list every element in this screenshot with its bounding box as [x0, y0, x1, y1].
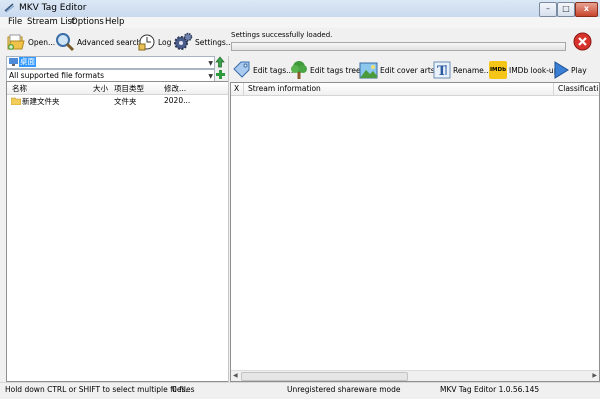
imdb-label: IMDb look-up: [509, 65, 559, 75]
close-button[interactable]: x: [575, 2, 598, 17]
log-icon: [138, 34, 155, 51]
pane-splitter[interactable]: [228, 56, 229, 382]
search-icon: [56, 33, 75, 52]
column-size[interactable]: 大小: [93, 83, 108, 94]
column-name[interactable]: 名称: [12, 83, 27, 94]
imdb-icon: IMDb: [489, 61, 507, 79]
open-folder-icon: [7, 34, 25, 50]
desktop-icon: [9, 58, 18, 66]
app-icon: [4, 3, 15, 13]
up-folder-icon[interactable]: [215, 56, 225, 68]
rename-text-icon: T: [433, 61, 451, 79]
open-label: Open...: [28, 37, 56, 47]
title-bar: MKV Tag Editor – □ x: [0, 0, 600, 18]
folder-combo[interactable]: 桌面 ▼: [6, 56, 215, 69]
list-item[interactable]: 新建文件夹 文件夹 2020...: [7, 95, 228, 106]
scroll-right-icon[interactable]: ▶: [592, 371, 597, 381]
menu-help[interactable]: Help: [105, 17, 124, 28]
stream-grid[interactable]: X Stream information Classification ◀ ▶: [230, 82, 600, 382]
stream-toolbar: Edit tags... Edit tags tree... Edit cove…: [231, 57, 600, 82]
maximize-button[interactable]: □: [557, 2, 575, 17]
minimize-button[interactable]: –: [539, 2, 557, 17]
file-name: 新建文件夹: [22, 97, 60, 106]
settings-label: Settings...: [195, 37, 233, 47]
file-toolbar: Open... Advanced search... Log Settings.…: [0, 28, 233, 56]
stream-grid-header: X Stream information Classification: [231, 83, 599, 96]
scrollbar-thumb[interactable]: [241, 372, 408, 381]
column-classification[interactable]: Classification: [558, 84, 598, 93]
tree-icon: [291, 61, 307, 79]
status-area: Settings successfully loaded.: [229, 28, 600, 56]
window-title: MKV Tag Editor: [19, 3, 87, 13]
file-count: 0 files: [172, 385, 195, 394]
rename-button[interactable]: T Rename...: [433, 59, 491, 81]
open-button[interactable]: Open...: [6, 31, 55, 53]
folder-value: 桌面: [19, 57, 36, 67]
play-icon: [554, 61, 569, 79]
column-divider[interactable]: [243, 83, 244, 95]
license-status: Unregistered shareware mode: [287, 385, 401, 394]
status-message: Settings successfully loaded.: [231, 31, 333, 39]
column-modified[interactable]: 修改...: [164, 83, 186, 94]
edit-tags-button[interactable]: Edit tags...: [233, 59, 293, 81]
file-list[interactable]: 名称 大小 项目类型 修改... 新建文件夹 文件夹 2020...: [6, 81, 229, 382]
file-browser-pane: 桌面 ▼ All supported file formats ▼ 名称 大小 …: [4, 56, 229, 382]
log-label: Log: [158, 37, 172, 47]
edit-cover-arts-button[interactable]: Edit cover arts...: [359, 59, 442, 81]
play-label: Play: [571, 65, 587, 75]
scroll-left-icon[interactable]: ◀: [233, 371, 238, 381]
menu-options[interactable]: Options: [71, 17, 104, 28]
menu-stream-list[interactable]: Stream List: [27, 17, 75, 28]
advanced-search-button[interactable]: Advanced search...: [55, 31, 149, 53]
column-divider[interactable]: [553, 83, 554, 95]
image-icon: [359, 62, 378, 78]
file-type: 文件夹: [114, 97, 137, 106]
edit-tags-tree-button[interactable]: Edit tags tree...: [290, 59, 368, 81]
version-label: MKV Tag Editor 1.0.56.145: [440, 385, 540, 394]
edit-tags-label: Edit tags...: [253, 65, 294, 75]
column-stream-information[interactable]: Stream information: [248, 84, 321, 93]
file-modified: 2020...: [164, 96, 191, 105]
horizontal-scrollbar[interactable]: ◀ ▶: [231, 370, 599, 381]
file-list-header: 名称 大小 项目类型 修改...: [7, 82, 228, 95]
column-x[interactable]: X: [234, 84, 239, 93]
chevron-down-icon: ▼: [208, 60, 213, 67]
tag-icon: [233, 61, 250, 78]
progress-bar: [231, 42, 566, 51]
add-icon[interactable]: [215, 69, 226, 80]
menu-file[interactable]: File: [8, 17, 22, 28]
log-button[interactable]: Log: [138, 31, 171, 53]
selection-hint: Hold down CTRL or SHIFT to select multip…: [5, 385, 188, 394]
status-bar: Hold down CTRL or SHIFT to select multip…: [0, 382, 600, 399]
stop-icon[interactable]: [573, 32, 592, 51]
column-type[interactable]: 项目类型: [114, 83, 144, 94]
settings-button[interactable]: Settings...: [173, 31, 233, 53]
gear-icon: [174, 32, 193, 50]
imdb-lookup-button[interactable]: IMDb IMDb look-up: [489, 59, 558, 81]
filter-value: All supported file formats: [9, 71, 104, 80]
rename-label: Rename...: [453, 65, 491, 75]
folder-icon: [11, 97, 21, 105]
menu-bar: File Stream List Options Help: [0, 17, 600, 28]
play-button[interactable]: Play: [553, 59, 587, 81]
